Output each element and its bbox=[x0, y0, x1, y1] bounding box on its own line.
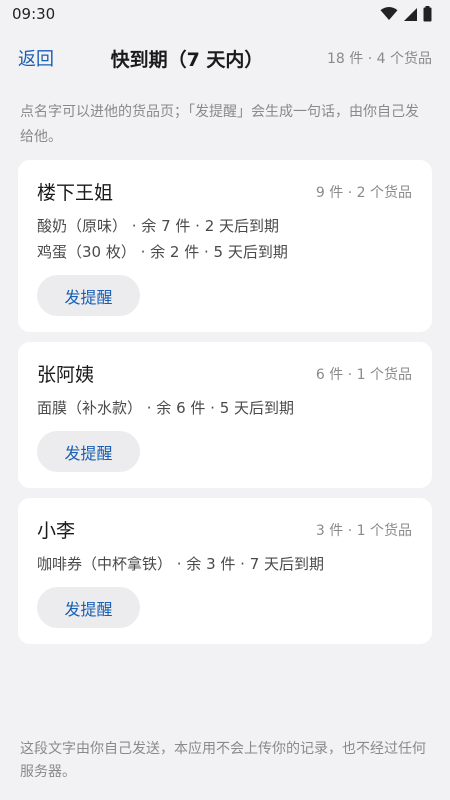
customer-name-link[interactable]: 楼下王姐 bbox=[37, 178, 113, 205]
app-header: 返回 快到期（7 天内） 18 件 · 4 个货品 bbox=[0, 28, 450, 88]
send-reminder-button[interactable]: 发提醒 bbox=[37, 431, 140, 472]
customer-summary: 9 件 · 2 个货品 bbox=[315, 184, 412, 201]
expiring-item: 鸡蛋（30 枚） · 余 2 件 · 5 天后到期 bbox=[37, 243, 288, 261]
send-reminder-button[interactable]: 发提醒 bbox=[37, 275, 140, 316]
battery-icon bbox=[423, 6, 432, 22]
header-summary: 18 件 · 4 个货品 bbox=[327, 51, 432, 67]
privacy-footer: 这段文字由你自己发送，本应用不会上传你的记录，也不经过任何服务器。 bbox=[20, 741, 426, 780]
customer-list: 楼下王姐 9 件 · 2 个货品 酸奶（原味） · 余 7 件 · 2 天后到期… bbox=[0, 150, 450, 644]
customer-card: 小李 3 件 · 1 个货品 咖啡券（中杯拿铁） · 余 3 件 · 7 天后到… bbox=[18, 498, 432, 644]
page-title: 快到期（7 天内） bbox=[110, 48, 264, 71]
card-header: 楼下王姐 9 件 · 2 个货品 bbox=[37, 178, 412, 205]
customer-name-link[interactable]: 小李 bbox=[37, 516, 75, 543]
send-reminder-button[interactable]: 发提醒 bbox=[37, 587, 140, 628]
signal-icon bbox=[404, 7, 417, 21]
customer-card: 楼下王姐 9 件 · 2 个货品 酸奶（原味） · 余 7 件 · 2 天后到期… bbox=[18, 160, 432, 332]
customer-summary: 6 件 · 1 个货品 bbox=[315, 366, 412, 383]
back-button[interactable]: 返回 bbox=[18, 45, 54, 71]
customer-summary: 3 件 · 1 个货品 bbox=[315, 522, 412, 539]
status-time: 09:30 bbox=[12, 5, 56, 23]
card-header: 张阿姨 6 件 · 1 个货品 bbox=[37, 360, 412, 387]
expiring-item: 酸奶（原味） · 余 7 件 · 2 天后到期 bbox=[37, 217, 280, 235]
expiring-item: 面膜（补水款） · 余 6 件 · 5 天后到期 bbox=[37, 399, 295, 417]
status-icons bbox=[380, 6, 432, 22]
status-bar: 09:30 bbox=[0, 0, 450, 28]
wifi-icon bbox=[380, 7, 398, 20]
card-header: 小李 3 件 · 1 个货品 bbox=[37, 516, 412, 543]
customer-card: 张阿姨 6 件 · 1 个货品 面膜（补水款） · 余 6 件 · 5 天后到期… bbox=[18, 342, 432, 488]
expiring-item: 咖啡券（中杯拿铁） · 余 3 件 · 7 天后到期 bbox=[37, 555, 325, 573]
hint-text: 点名字可以进他的货品页；「发提醒」会生成一句话，由你自己发给他。 bbox=[20, 104, 419, 145]
customer-name-link[interactable]: 张阿姨 bbox=[37, 360, 94, 387]
